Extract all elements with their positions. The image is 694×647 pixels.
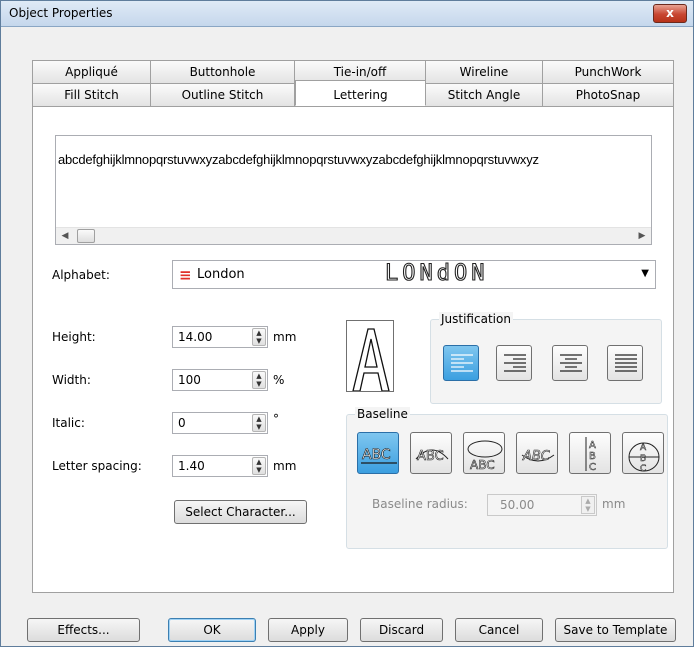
spin-arrows-icon[interactable]: ▲ ▼ <box>581 496 595 514</box>
svg-text:ABC: ABC <box>362 447 391 463</box>
justification-group: Justification <box>430 312 662 404</box>
alphabet-label: Alphabet: <box>52 268 110 282</box>
lettering-text: abcdefghijklmnopqrstuvwxyzabcdefghijklmn… <box>58 152 539 167</box>
chevron-down-icon[interactable]: ▼ <box>641 268 649 279</box>
spin-arrows-icon[interactable]: ▲ ▼ <box>252 371 266 389</box>
tab-buttonhole[interactable]: Buttonhole <box>151 60 295 83</box>
character-preview <box>346 320 394 392</box>
baseline-vertical-icon: A B C <box>585 437 596 473</box>
align-right-icon <box>504 354 526 372</box>
horizontal-scrollbar[interactable]: ◀ ▶ <box>56 227 651 244</box>
svg-text:ABC: ABC <box>522 449 551 464</box>
close-button[interactable]: x <box>653 4 687 23</box>
italic-label: Italic: <box>52 416 85 430</box>
justification-title: Justification <box>439 312 513 326</box>
align-justify-icon <box>615 354 637 372</box>
width-value: 100 <box>178 373 201 387</box>
lettering-text-area[interactable]: abcdefghijklmnopqrstuvwxyzabcdefghijklmn… <box>55 135 652 245</box>
svg-text:A: A <box>589 440 596 451</box>
justify-left-button[interactable] <box>443 345 479 381</box>
effects-button[interactable]: Effects... <box>27 618 140 642</box>
tab-stitch-angle[interactable]: Stitch Angle <box>426 83 543 106</box>
baseline-radius-value: 50.00 <box>500 498 535 512</box>
svg-text:B: B <box>589 451 596 462</box>
italic-input[interactable]: 0 ▲ ▼ <box>172 412 268 434</box>
ok-button[interactable]: OK <box>168 618 256 642</box>
baseline-ellipse-icon: A B C <box>628 442 660 474</box>
italic-unit: ° <box>273 412 279 426</box>
baseline-straight-icon: ABC <box>361 447 397 464</box>
discard-button[interactable]: Discard <box>360 618 443 642</box>
baseline-radius-label: Baseline radius: <box>372 497 468 511</box>
height-value: 14.00 <box>178 330 213 344</box>
italic-value: 0 <box>178 416 186 430</box>
baseline-ellipse-button[interactable]: A B C <box>622 432 664 474</box>
width-label: Width: <box>52 373 91 387</box>
height-label: Height: <box>52 330 96 344</box>
cancel-button[interactable]: Cancel <box>455 618 543 642</box>
align-left-icon <box>451 354 473 372</box>
height-unit: mm <box>273 330 297 344</box>
justify-center-button[interactable] <box>552 345 588 381</box>
tab-fill-stitch[interactable]: Fill Stitch <box>32 83 151 106</box>
svg-text:ABC: ABC <box>470 458 495 472</box>
letter-a-icon <box>352 328 390 391</box>
svg-text:B: B <box>640 454 646 464</box>
baseline-straight-button[interactable]: ABC <box>357 432 399 474</box>
svg-text:C: C <box>589 462 596 473</box>
tab-photosnap[interactable]: PhotoSnap <box>543 83 674 106</box>
select-character-button[interactable]: Select Character... <box>174 500 307 524</box>
save-to-template-button[interactable]: Save to Template <box>555 618 676 642</box>
baseline-arc-bottom-button[interactable]: ABC <box>516 432 558 474</box>
baseline-radius-unit: mm <box>602 497 626 511</box>
spin-arrows-icon[interactable]: ▲ ▼ <box>252 457 266 475</box>
apply-button[interactable]: Apply <box>268 618 348 642</box>
svg-text:A: A <box>640 443 647 453</box>
svg-text:C: C <box>640 464 646 474</box>
scroll-left-icon[interactable]: ◀ <box>58 229 72 243</box>
spin-arrows-icon[interactable]: ▲ ▼ <box>252 328 266 346</box>
align-center-icon <box>560 354 582 372</box>
tab-applique[interactable]: Appliqué <box>32 60 151 83</box>
tab-punchwork[interactable]: PunchWork <box>543 60 674 83</box>
width-input[interactable]: 100 ▲ ▼ <box>172 369 268 391</box>
justify-full-button[interactable] <box>607 345 643 381</box>
alphabet-stitch-icon: ≡ <box>179 266 192 284</box>
baseline-arc-top-icon: ABC <box>415 449 449 464</box>
baseline-arc-top-button[interactable]: ABC <box>410 432 452 474</box>
baseline-circle-icon: ABC <box>467 440 503 472</box>
alphabet-preview: LONdON <box>384 260 489 286</box>
letter-spacing-unit: mm <box>273 459 297 473</box>
width-unit: % <box>273 373 285 387</box>
tab-lettering[interactable]: Lettering <box>295 80 426 106</box>
alphabet-name: London <box>197 267 245 282</box>
letter-spacing-label: Letter spacing: <box>52 459 142 473</box>
baseline-radius-input[interactable]: 50.00 ▲ ▼ <box>487 494 597 516</box>
baseline-title: Baseline <box>355 407 410 421</box>
letter-spacing-value: 1.40 <box>178 459 205 473</box>
title-bar: Object Properties x <box>1 1 693 27</box>
tab-row-bottom: Fill Stitch Outline Stitch Lettering Sti… <box>32 80 674 106</box>
baseline-group: Baseline ABC ABC ABC ABC A B C A B C Bas… <box>346 407 668 549</box>
baseline-vertical-button[interactable]: A B C <box>569 432 611 474</box>
alphabet-select[interactable]: ≡ London LONdON ▼ <box>172 260 656 289</box>
close-icon: x <box>666 6 674 20</box>
window-title: Object Properties <box>9 6 113 20</box>
spin-arrows-icon[interactable]: ▲ ▼ <box>252 414 266 432</box>
baseline-circle-button[interactable]: ABC <box>463 432 505 474</box>
scroll-thumb[interactable] <box>77 229 95 243</box>
object-properties-dialog: Object Properties x Appliqué Buttonhole … <box>0 0 694 647</box>
baseline-arc-bottom-icon: ABC <box>522 449 555 464</box>
tab-wireline[interactable]: Wireline <box>426 60 543 83</box>
justify-right-button[interactable] <box>496 345 532 381</box>
tab-outline-stitch[interactable]: Outline Stitch <box>151 83 295 106</box>
letter-spacing-input[interactable]: 1.40 ▲ ▼ <box>172 455 268 477</box>
scroll-right-icon[interactable]: ▶ <box>635 229 649 243</box>
lettering-panel: abcdefghijklmnopqrstuvwxyzabcdefghijklmn… <box>32 106 674 593</box>
svg-text:ABC: ABC <box>417 449 444 464</box>
height-input[interactable]: 14.00 ▲ ▼ <box>172 326 268 348</box>
